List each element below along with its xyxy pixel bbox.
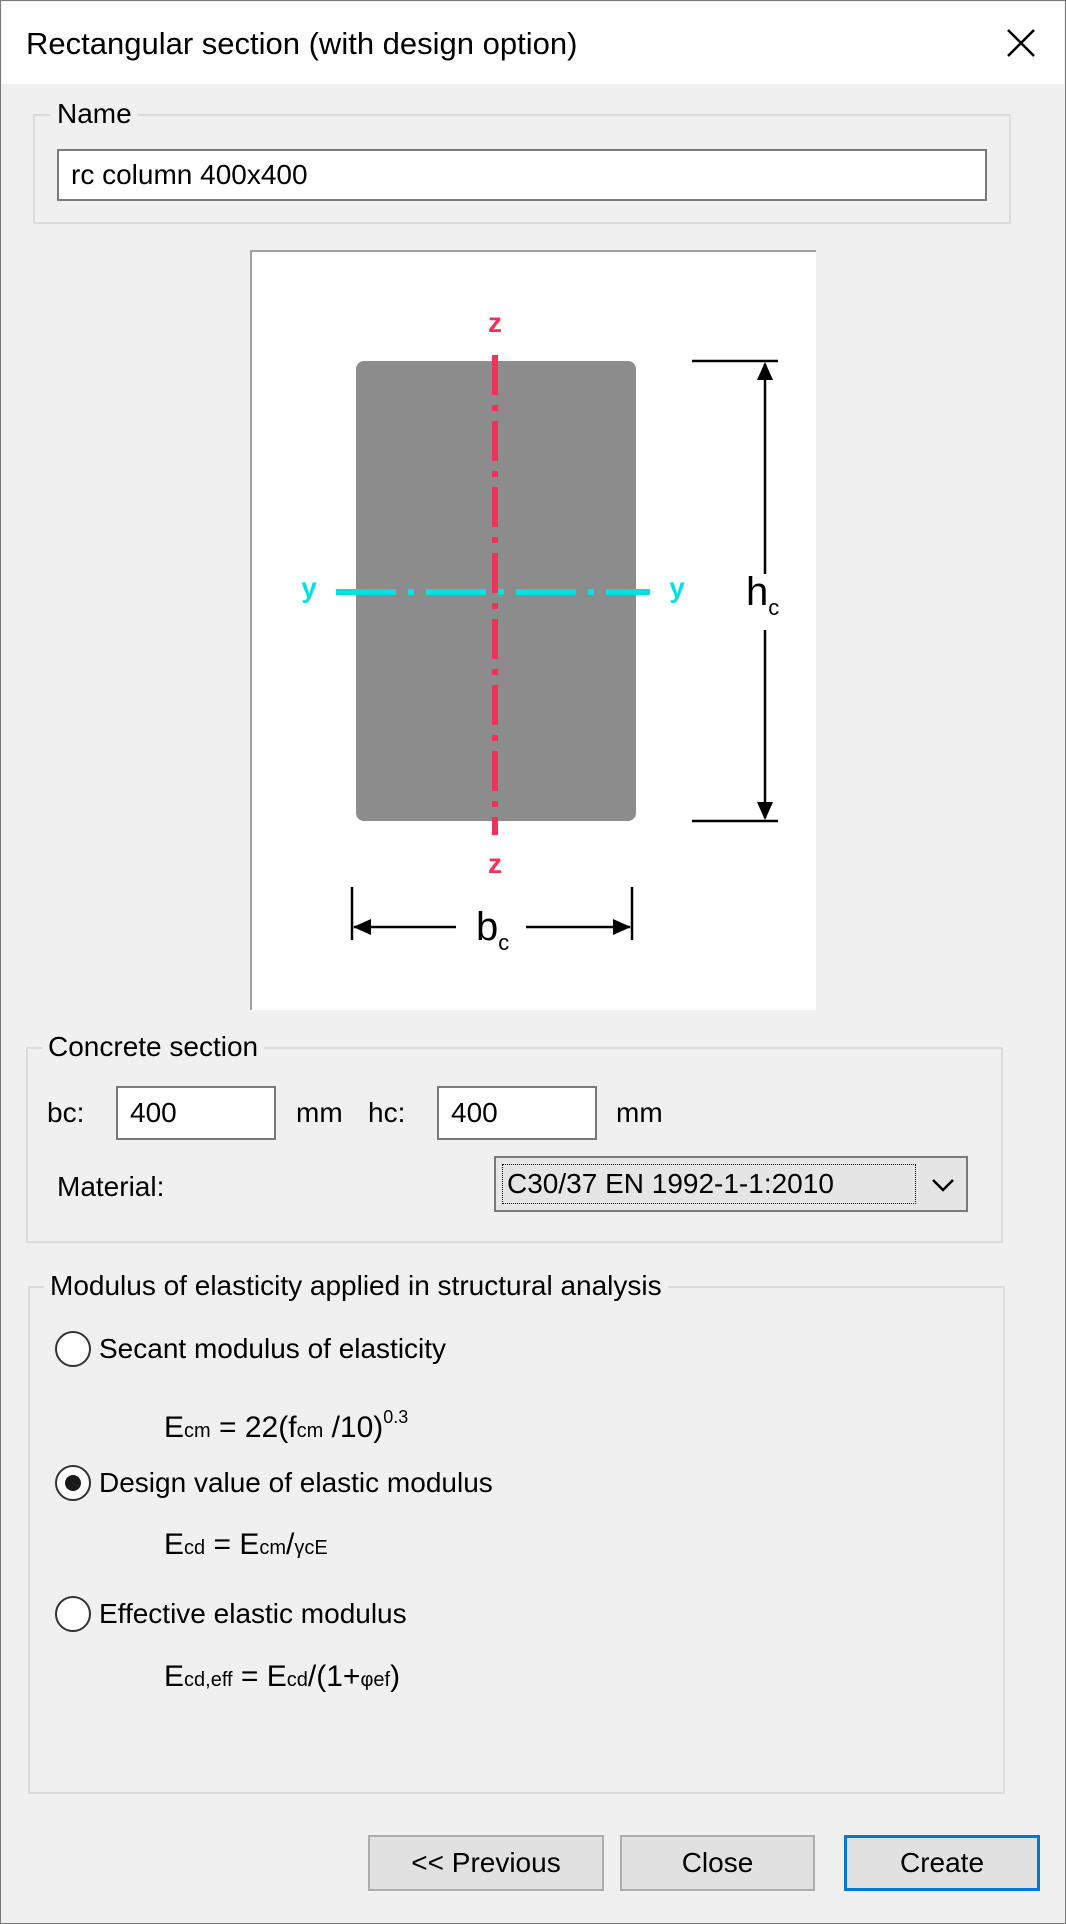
width-dimension-label: bc xyxy=(476,905,509,955)
height-dimension-label: hc xyxy=(746,570,779,620)
close-window-button[interactable] xyxy=(994,16,1048,70)
name-input[interactable] xyxy=(57,149,987,201)
material-label: Material: xyxy=(57,1171,165,1202)
radio-button-secant[interactable] xyxy=(55,1331,91,1367)
formula-secant: Ecm = 22(fcm /10)0.3 xyxy=(164,1407,409,1444)
rectangular-section-dialog: Rectangular section (with design option)… xyxy=(0,0,1066,1924)
hc-unit: mm xyxy=(616,1097,663,1128)
previous-button[interactable]: << Previous xyxy=(368,1835,604,1891)
hc-input[interactable] xyxy=(437,1086,597,1140)
material-selected-value: C30/37 EN 1992-1-1:2010 xyxy=(502,1164,916,1204)
close-button[interactable]: Close xyxy=(620,1835,815,1891)
modulus-group-legend: Modulus of elasticity applied in structu… xyxy=(44,1268,668,1304)
section-drawing: z z y y hc bc xyxy=(301,307,779,955)
concrete-section-group: Concrete section xyxy=(26,1029,1003,1243)
name-group-legend: Name xyxy=(51,96,138,132)
radio-effective-modulus[interactable]: Effective elastic modulus xyxy=(55,1594,407,1634)
radio-button-effective[interactable] xyxy=(55,1596,91,1632)
z-axis-label-bottom: z xyxy=(488,848,502,879)
y-axis-label-right: y xyxy=(669,572,685,603)
chevron-down-icon xyxy=(932,1179,954,1192)
radio-button-design[interactable] xyxy=(55,1465,91,1501)
close-icon xyxy=(1007,29,1035,57)
title-bar: Rectangular section (with design option) xyxy=(2,2,1064,84)
bc-input[interactable] xyxy=(116,1086,276,1140)
radio-secant-modulus[interactable]: Secant modulus of elasticity xyxy=(55,1329,446,1369)
bc-unit: mm xyxy=(296,1097,343,1128)
section-diagram: z z y y hc bc xyxy=(250,250,816,1010)
radio-label-design: Design value of elastic modulus xyxy=(99,1467,493,1498)
z-axis-label-top: z xyxy=(488,307,502,338)
radio-label-effective: Effective elastic modulus xyxy=(99,1598,407,1629)
formula-design: Ecd = Ecm/γcE xyxy=(164,1528,328,1561)
formula-effective: Ecd,eff = Ecd/(1+φef) xyxy=(164,1660,401,1693)
concrete-section-legend: Concrete section xyxy=(42,1029,265,1065)
hc-label: hc: xyxy=(368,1097,406,1128)
bc-label: bc: xyxy=(47,1097,85,1128)
radio-label-secant: Secant modulus of elasticity xyxy=(99,1333,447,1364)
material-dropdown[interactable]: C30/37 EN 1992-1-1:2010 xyxy=(494,1156,968,1212)
radio-design-modulus[interactable]: Design value of elastic modulus xyxy=(55,1463,493,1503)
y-axis-label-left: y xyxy=(301,572,317,603)
create-button[interactable]: Create xyxy=(844,1835,1040,1891)
window-title: Rectangular section (with design option) xyxy=(26,26,578,61)
